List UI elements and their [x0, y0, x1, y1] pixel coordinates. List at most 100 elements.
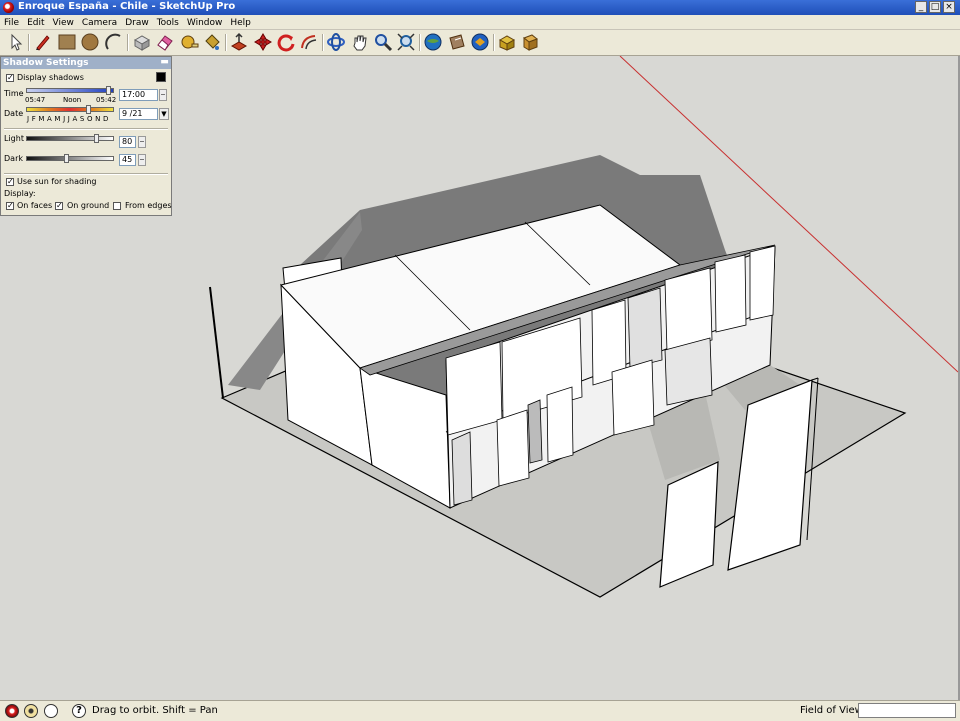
minimize-button[interactable]: _ [915, 1, 927, 13]
zoom-extents-icon [397, 33, 415, 51]
panel-edge [811, 377, 819, 381]
window-title: Enroque España - Chile - SketchUp Pro [18, 1, 236, 12]
use-sun-checkbox[interactable]: ✓ [6, 178, 14, 186]
orbit-tool-button[interactable] [326, 32, 346, 52]
pan-tool-button[interactable] [350, 32, 370, 52]
menu-help[interactable]: Help [226, 16, 255, 30]
rectangle-tool-button[interactable] [57, 32, 77, 52]
close-button[interactable]: × [943, 1, 955, 13]
pan-icon [353, 35, 367, 51]
geo-location-icon[interactable] [5, 704, 19, 718]
title-bar: Enroque España - Chile - SketchUp Pro _ … [0, 0, 960, 15]
eraser-icon [157, 35, 173, 51]
menu-edit[interactable]: Edit [23, 16, 48, 30]
circle-tool-button[interactable] [80, 32, 100, 52]
light-slider-thumb[interactable] [94, 134, 100, 143]
tape-measure-button[interactable] [179, 32, 199, 52]
panel-title-bar[interactable]: Shadow Settings ▬ [1, 57, 171, 69]
share-component-button[interactable] [470, 32, 490, 52]
facade-panel-7 [749, 245, 776, 321]
make-component-icon [133, 35, 151, 51]
menu-draw[interactable]: Draw [121, 16, 153, 30]
extension-warehouse-button[interactable] [497, 32, 517, 52]
details-toggle-button[interactable] [156, 72, 166, 82]
push-pull-icon [230, 32, 248, 51]
lower-panel-2 [546, 386, 574, 463]
pencil-icon [36, 35, 50, 51]
get-models-button[interactable] [423, 32, 443, 52]
facade-panel-4 [627, 287, 663, 369]
use-sun-label: Use sun for shading [17, 177, 97, 186]
lower-panel-4 [664, 337, 713, 406]
time-end-label: 05:42 [96, 96, 117, 104]
rectangle-icon [58, 34, 76, 50]
measurements-input[interactable] [858, 703, 956, 718]
menu-window[interactable]: Window [183, 16, 227, 30]
date-dropdown-button[interactable]: ▼ [159, 108, 169, 120]
dark-label: Dark [4, 154, 23, 163]
extension-manager-button[interactable] [520, 32, 540, 52]
on-faces-label: On faces [17, 201, 53, 210]
dark-input[interactable]: 45 [119, 154, 136, 166]
display-shadows-checkbox[interactable]: ✓ [6, 74, 14, 82]
on-ground-checkbox[interactable]: ✓ [55, 202, 63, 210]
facade-panel-6 [714, 254, 747, 333]
time-input[interactable]: 17:00 [119, 89, 158, 101]
user-icon[interactable] [44, 704, 58, 718]
from-edges-checkbox[interactable] [113, 202, 121, 210]
dark-slider-thumb[interactable] [63, 154, 69, 163]
zoom-icon [375, 34, 393, 52]
date-slider-track[interactable] [26, 107, 114, 112]
date-input[interactable]: 9 /21 [119, 108, 158, 120]
sketchup-app-icon[interactable] [3, 2, 14, 13]
arc-icon [105, 33, 121, 50]
extension-warehouse-icon [498, 35, 516, 51]
time-spinner[interactable] [159, 89, 167, 101]
pencil-tool-button[interactable] [33, 32, 53, 52]
arc-tool-button[interactable] [104, 32, 124, 52]
zoom-extents-button[interactable] [396, 32, 416, 52]
make-component-button[interactable] [132, 32, 152, 52]
shadow-settings-panel: Shadow Settings ▬ ✓ Display shadows Time… [0, 56, 172, 216]
zoom-tool-button[interactable] [373, 32, 393, 52]
light-input[interactable]: 80 [119, 136, 136, 148]
menu-bar: File Edit View Camera Draw Tools Window Help [0, 15, 960, 30]
paint-bucket-button[interactable] [202, 32, 222, 52]
time-noon-label: Noon [63, 96, 82, 104]
light-spinner[interactable] [138, 136, 146, 148]
time-start-label: 05:47 [25, 96, 46, 104]
date-label: Date [4, 109, 24, 118]
time-slider-thumb[interactable] [105, 86, 111, 95]
offset-tool-button[interactable] [299, 32, 319, 52]
time-slider-track[interactable] [26, 88, 114, 93]
maximize-button[interactable]: □ [929, 1, 941, 13]
menu-file[interactable]: File [0, 16, 23, 30]
facade-panel-1 [445, 341, 503, 436]
select-tool-button[interactable] [5, 32, 25, 52]
share-model-button[interactable] [447, 32, 467, 52]
share-model-icon [449, 34, 465, 50]
on-faces-checkbox[interactable]: ✓ [6, 202, 14, 210]
date-slider-thumb[interactable] [85, 105, 91, 114]
door-opening [527, 399, 543, 464]
date-months-label: J F M A M J J A S O N D [27, 115, 109, 123]
menu-camera[interactable]: Camera [78, 16, 121, 30]
orbit-icon [327, 33, 345, 51]
push-pull-button[interactable] [229, 32, 249, 52]
extension-manager-icon [523, 34, 538, 51]
status-hint: Drag to orbit. Shift = Pan [92, 705, 218, 716]
rotate-tool-button[interactable] [276, 32, 296, 52]
panel-collapse-button[interactable]: ▬ [160, 58, 169, 67]
eraser-tool-button[interactable] [155, 32, 175, 52]
dark-slider-track[interactable] [26, 156, 114, 161]
paint-bucket-icon [205, 34, 220, 50]
menu-tools[interactable]: Tools [153, 16, 183, 30]
circle-icon [81, 33, 99, 51]
dark-spinner[interactable] [138, 154, 146, 166]
menu-view[interactable]: View [49, 16, 78, 30]
help-icon[interactable]: ? [72, 704, 86, 718]
move-tool-button[interactable] [253, 32, 273, 52]
light-slider-track[interactable] [26, 136, 114, 141]
light-label: Light [4, 134, 24, 143]
credits-icon[interactable] [24, 704, 38, 718]
